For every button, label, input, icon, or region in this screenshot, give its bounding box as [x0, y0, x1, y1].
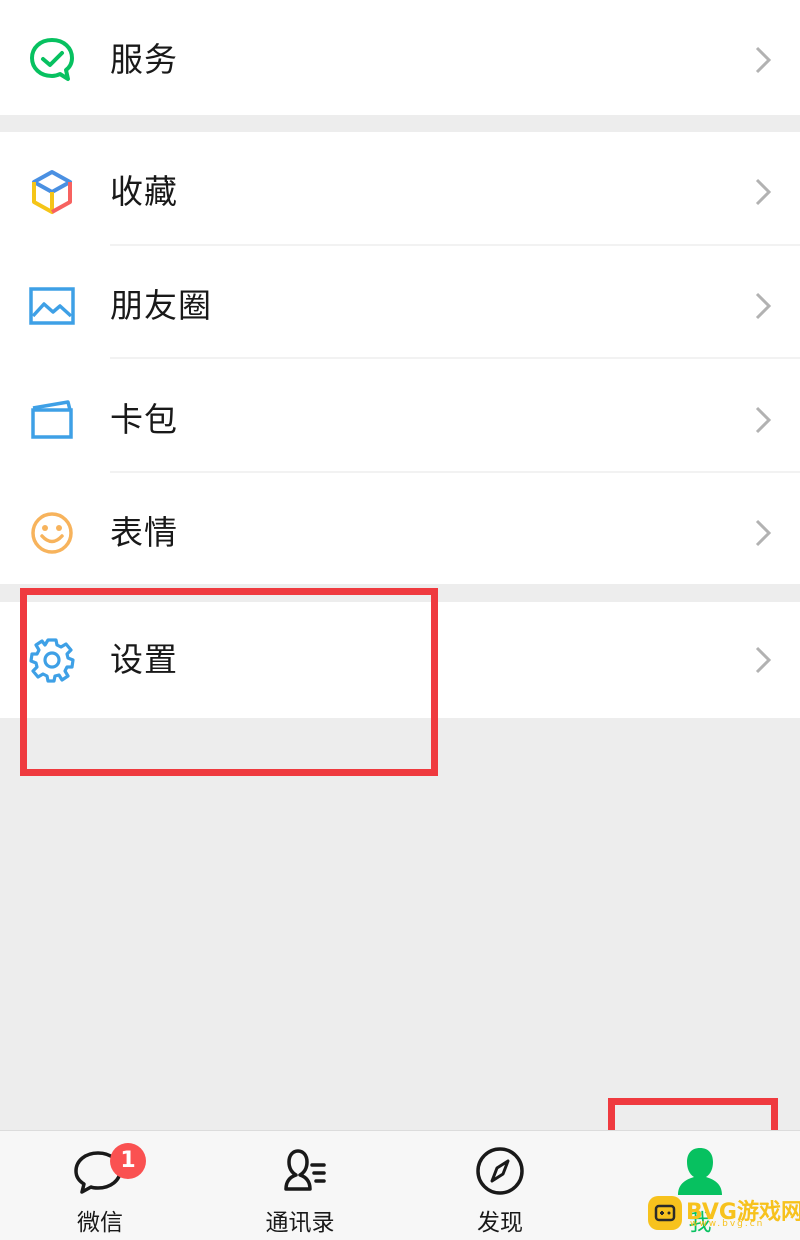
contacts-icon	[284, 1149, 326, 1191]
main-menu-group: 收藏 朋友圈 卡包 表情	[0, 132, 800, 584]
divider	[110, 471, 800, 473]
gamepad-icon	[648, 1196, 682, 1230]
menu-item-service[interactable]: 服务	[0, 2, 800, 116]
watermark-logo: BVG游戏网 www.bvg.cn	[646, 1192, 800, 1232]
chevron-right-icon	[755, 519, 772, 547]
service-group: 服务	[0, 0, 800, 115]
chevron-right-icon	[755, 292, 772, 320]
menu-item-favorites[interactable]: 收藏	[0, 134, 800, 248]
watermark-sub: www.bvg.cn	[690, 1219, 765, 1229]
menu-label-stickers: 表情	[110, 513, 178, 552]
tab-discover[interactable]: 发现	[400, 1131, 600, 1240]
menu-label-favorites: 收藏	[110, 172, 178, 211]
tab-label-chats: 微信	[77, 1210, 123, 1236]
chevron-right-icon	[755, 46, 772, 74]
person-icon	[678, 1148, 722, 1195]
compass-icon	[476, 1147, 524, 1195]
divider	[110, 244, 800, 246]
unread-badge: 1	[110, 1143, 146, 1179]
divider	[110, 357, 800, 359]
wallet-icon	[31, 400, 73, 439]
tab-label-contacts: 通讯录	[265, 1210, 335, 1236]
menu-label-service: 服务	[110, 40, 178, 79]
menu-label-cards: 卡包	[110, 400, 178, 439]
menu-item-stickers[interactable]: 表情	[0, 475, 800, 589]
gallery-icon	[29, 287, 75, 325]
chevron-right-icon	[755, 406, 772, 434]
menu-item-moments[interactable]: 朋友圈	[0, 248, 800, 362]
menu-item-cards[interactable]: 卡包	[0, 362, 800, 476]
highlight-box-settings	[20, 588, 438, 776]
tab-label-discover: 发现	[477, 1210, 523, 1236]
smiley-icon	[31, 512, 73, 554]
tab-contacts[interactable]: 通讯录	[200, 1131, 400, 1240]
chevron-right-icon	[755, 646, 772, 674]
menu-label-moments: 朋友圈	[110, 286, 212, 325]
chevron-right-icon	[755, 178, 772, 206]
tab-chats[interactable]: 1 微信	[0, 1131, 200, 1240]
cube-icon	[32, 170, 72, 214]
service-icon	[30, 38, 74, 81]
